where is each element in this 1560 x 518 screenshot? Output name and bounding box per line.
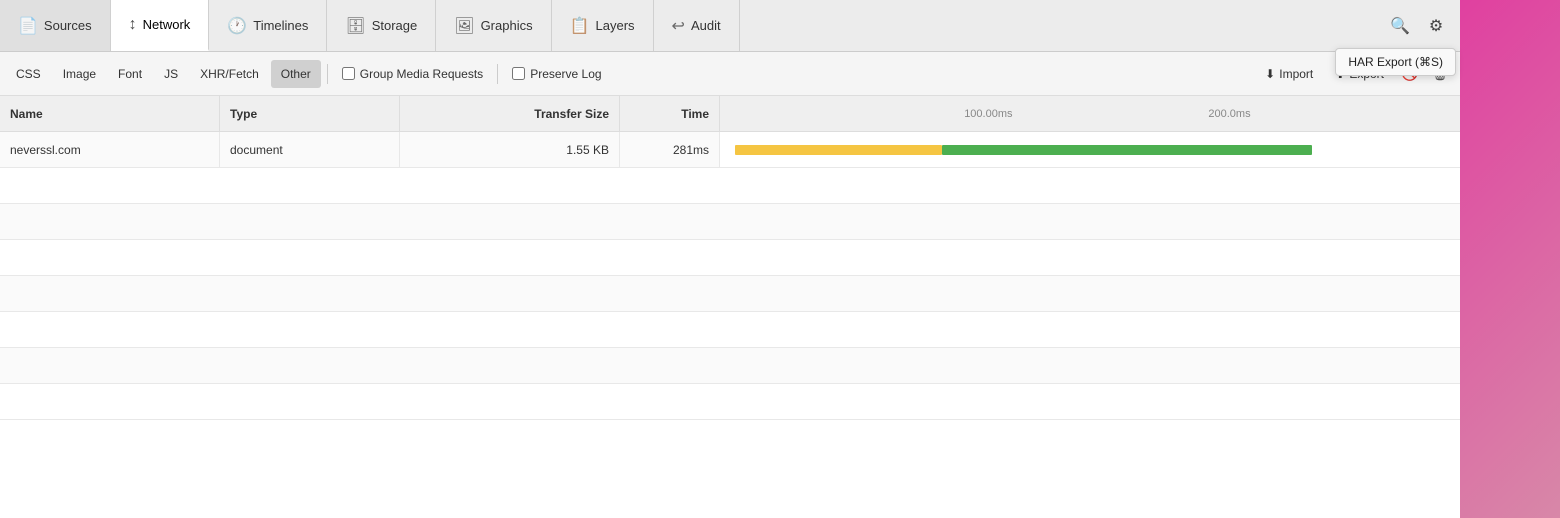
col-header-type[interactable]: Type	[220, 96, 400, 131]
tab-timelines-label: Timelines	[253, 18, 308, 33]
filter-js[interactable]: JS	[154, 60, 188, 88]
filter-js-label: JS	[164, 67, 178, 81]
empty-row-6	[0, 348, 1460, 384]
empty-rows	[0, 168, 1460, 518]
tab-layers[interactable]: 📋 Layers	[552, 0, 654, 51]
preserve-log-checkbox[interactable]: Preserve Log	[504, 67, 609, 81]
tab-sources[interactable]: 📄 Sources	[0, 0, 111, 51]
filter-css-label: CSS	[16, 67, 41, 81]
import-label: Import	[1279, 67, 1313, 81]
filter-bar: CSS Image Font JS XHR/Fetch Other Group …	[0, 52, 1460, 96]
preserve-log-label: Preserve Log	[530, 67, 601, 81]
search-icon: 🔍	[1390, 16, 1410, 36]
waterfall-bar-yellow	[735, 145, 942, 155]
col-header-waterfall: 100.00ms 200.0ms	[720, 96, 1460, 131]
tab-bar: 📄 Sources ↕ Network 🕐 Timelines 🗄 Storag…	[0, 0, 1460, 52]
waterfall-tick-1: 100.00ms	[964, 108, 1012, 120]
waterfall-bar-green	[942, 145, 1312, 155]
empty-row-3	[0, 240, 1460, 276]
tab-storage-label: Storage	[372, 18, 418, 33]
cell-type: document	[220, 132, 400, 167]
empty-row-1	[0, 168, 1460, 204]
timelines-icon: 🕐	[227, 16, 247, 36]
group-media-label: Group Media Requests	[360, 67, 483, 81]
col-header-size[interactable]: Transfer Size	[400, 96, 620, 131]
tab-actions: 🔍 ⚙	[1376, 0, 1460, 51]
network-icon: ↕	[129, 16, 137, 34]
tab-storage[interactable]: 🗄 Storage	[327, 0, 436, 51]
settings-button[interactable]: ⚙	[1420, 10, 1452, 42]
filter-font[interactable]: Font	[108, 60, 152, 88]
audit-icon: ↩	[672, 16, 685, 36]
group-media-input[interactable]	[342, 67, 355, 80]
tab-graphics-label: Graphics	[481, 18, 533, 33]
tab-timelines[interactable]: 🕐 Timelines	[209, 0, 327, 51]
filter-xhr[interactable]: XHR/Fetch	[190, 60, 269, 88]
gear-icon: ⚙	[1429, 16, 1443, 36]
layers-icon: 📋	[570, 16, 590, 36]
filter-other-label: Other	[281, 67, 311, 81]
cell-size: 1.55 KB	[400, 132, 620, 167]
tab-audit-label: Audit	[691, 18, 721, 33]
empty-row-2	[0, 204, 1460, 240]
column-headers: Name Type Transfer Size Time 100.00ms 20…	[0, 96, 1460, 132]
filter-separator-1	[327, 64, 328, 84]
import-button[interactable]: ⬇ Import	[1255, 60, 1323, 88]
preserve-log-input[interactable]	[512, 67, 525, 80]
import-icon: ⬇	[1265, 67, 1275, 81]
tab-layers-label: Layers	[596, 18, 635, 33]
cell-name: neverssl.com	[0, 132, 220, 167]
sources-icon: 📄	[18, 16, 38, 36]
empty-row-5	[0, 312, 1460, 348]
empty-row-7	[0, 384, 1460, 420]
filter-xhr-label: XHR/Fetch	[200, 67, 259, 81]
col-header-name[interactable]: Name	[0, 96, 220, 131]
waterfall-tick-2: 200.0ms	[1208, 108, 1250, 120]
tab-network[interactable]: ↕ Network	[111, 0, 210, 51]
filter-image[interactable]: Image	[53, 60, 106, 88]
cell-time: 281ms	[620, 132, 720, 167]
tab-sources-label: Sources	[44, 18, 92, 33]
filter-css[interactable]: CSS	[6, 60, 51, 88]
storage-icon: 🗄	[345, 16, 365, 36]
tab-network-label: Network	[143, 17, 191, 32]
graphics-icon: 🖼	[454, 16, 474, 36]
tab-graphics[interactable]: 🖼 Graphics	[436, 0, 551, 51]
cell-waterfall	[720, 132, 1460, 167]
empty-row-4	[0, 276, 1460, 312]
filter-other[interactable]: Other	[271, 60, 321, 88]
filter-separator-2	[497, 64, 498, 84]
tab-audit[interactable]: ↩ Audit	[654, 0, 740, 51]
tooltip-label: HAR Export (⌘S)	[1348, 55, 1443, 69]
har-export-tooltip: HAR Export (⌘S)	[1335, 48, 1456, 76]
filter-image-label: Image	[63, 67, 96, 81]
filter-font-label: Font	[118, 67, 142, 81]
col-header-time[interactable]: Time	[620, 96, 720, 131]
table-row[interactable]: neverssl.com document 1.55 KB 281ms	[0, 132, 1460, 168]
search-button[interactable]: 🔍	[1384, 10, 1416, 42]
group-media-checkbox[interactable]: Group Media Requests	[334, 67, 491, 81]
